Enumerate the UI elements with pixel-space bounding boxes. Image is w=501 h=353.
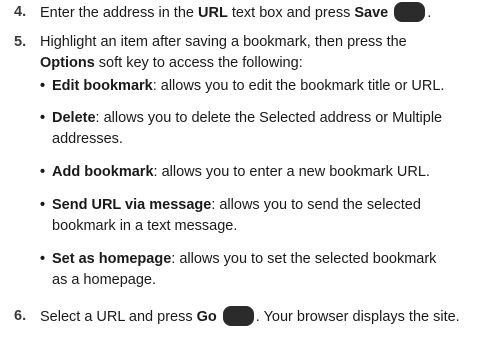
soft-key-icon: [222, 306, 254, 326]
bullet-symbol: •: [40, 164, 46, 180]
bullet-symbol: •: [40, 110, 46, 126]
bullet-symbol: •: [40, 197, 46, 213]
bullet-desc: bookmark in a text message.: [52, 218, 238, 234]
bullet-term: Delete: [52, 110, 96, 126]
bullet-desc: addresses.: [52, 131, 123, 147]
bullet-term: Edit bookmark: [52, 78, 153, 94]
bullet-term: Set as homepage: [52, 251, 172, 267]
step-text-line: Options soft key to access the following…: [40, 53, 500, 74]
bullet-desc: as a homepage.: [52, 272, 156, 288]
bullet-desc: : allows you to send the selected: [211, 197, 421, 213]
bullet-desc: : allows you to delete the Selected addr…: [95, 110, 443, 126]
step-text-part: Select a URL and press: [40, 309, 197, 325]
step-number: 6.: [14, 308, 27, 324]
step-text-part: soft key to access the following:: [94, 55, 303, 71]
go-term: Go: [196, 309, 217, 325]
step-text-line: Highlight an item after saving a bookmar…: [40, 34, 407, 50]
step-text-part: text box and press: [227, 5, 355, 21]
step-text-part: Enter the address in the: [40, 5, 198, 21]
step-number: 5.: [14, 34, 27, 50]
options-term: Options: [40, 55, 95, 71]
bullet-desc: : allows you to edit the bookmark title …: [152, 78, 445, 94]
step-text: Highlight an item after saving a bookmar…: [40, 32, 500, 74]
bullet-desc: : allows you to set the selected bookmar…: [171, 251, 437, 267]
step-text-part: .: [427, 5, 432, 21]
save-term: Save: [354, 5, 389, 21]
bullet-desc: : allows you to enter a new bookmark URL…: [153, 164, 430, 180]
bullet-symbol: •: [40, 251, 46, 267]
step-number: 4.: [14, 4, 27, 20]
step-text: Select a URL and press Go . Your browser …: [40, 306, 500, 328]
url-term: URL: [198, 5, 228, 21]
bullet-symbol: •: [40, 78, 46, 94]
step-text: Enter the address in the URL text box an…: [40, 2, 500, 24]
soft-key-icon: [394, 2, 426, 22]
step-text-part: . Your browser displays the site.: [255, 309, 460, 325]
bullet-term: Send URL via message: [52, 197, 212, 213]
bullet-term: Add bookmark: [52, 164, 154, 180]
